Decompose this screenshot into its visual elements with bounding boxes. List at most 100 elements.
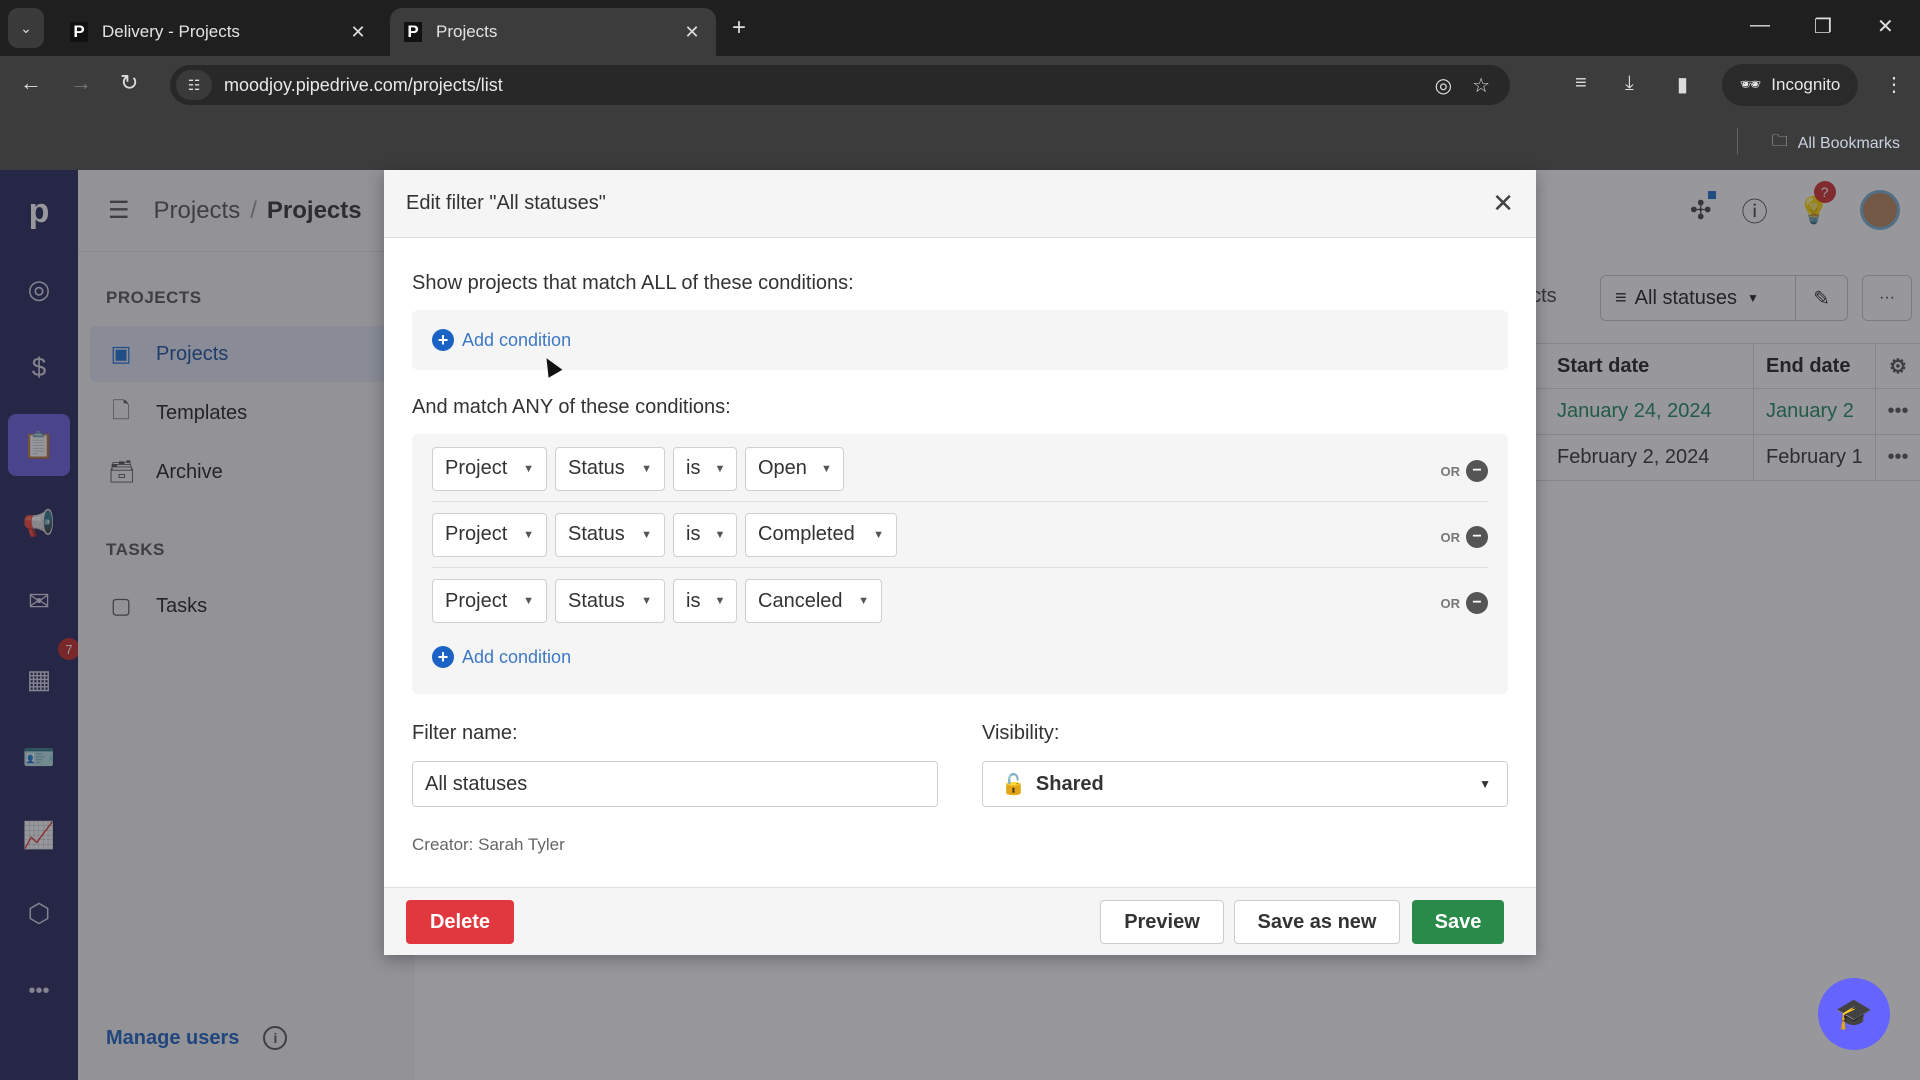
filter-name-label: Filter name: <box>412 722 518 744</box>
select-value: Project <box>445 589 508 612</box>
remove-condition-icon[interactable]: − <box>1466 592 1488 614</box>
download-icon[interactable]: ⤓ <box>1625 72 1634 95</box>
address-bar[interactable]: ☷ moodjoy.pipedrive.com/projects/list ◎ … <box>170 65 1510 105</box>
edit-filter-modal: Edit filter "All statuses" ✕ Show projec… <box>384 170 1536 955</box>
minimize-icon[interactable]: — <box>1750 14 1770 37</box>
operator-select[interactable]: is ▼ <box>673 446 737 491</box>
delete-button[interactable]: Delete <box>406 900 514 944</box>
close-icon[interactable]: ✕ <box>682 22 702 43</box>
select-value: Project <box>445 457 508 479</box>
divider <box>1737 128 1738 154</box>
restore-icon[interactable]: ❐ <box>1814 14 1832 39</box>
all-conditions-box: + Add condition <box>412 310 1508 370</box>
select-value: is <box>686 523 701 545</box>
field-select[interactable]: Status ▼ <box>555 446 665 491</box>
any-conditions-label: And match ANY of these conditions: <box>412 396 731 418</box>
entity-select[interactable]: Project ▼ <box>432 446 547 491</box>
caret-down-icon: ▼ <box>641 528 652 541</box>
or-remove: OR − <box>1440 526 1488 548</box>
incognito-badge[interactable]: 🕶 Incognito <box>1722 64 1858 106</box>
condition-row: Project ▼ Status ▼ is ▼ Completed ▼ OR − <box>432 502 1488 568</box>
pipedrive-favicon-icon: P <box>70 22 88 42</box>
creator-text: Creator: Sarah Tyler <box>412 835 565 854</box>
filter-name-value: All statuses <box>425 772 528 795</box>
window-close-icon[interactable]: ✕ <box>1877 14 1894 39</box>
select-value: Completed <box>758 523 855 545</box>
operator-select[interactable]: is ▼ <box>673 579 737 623</box>
select-value: Status <box>568 523 625 545</box>
visibility-label: Visibility: <box>982 722 1060 744</box>
any-conditions-box: Project ▼ Status ▼ is ▼ Open ▼ OR − Project ▼ … <box>412 434 1508 694</box>
modal-footer: Delete Preview Save as new Save <box>384 887 1536 955</box>
caret-down-icon: ▼ <box>523 595 534 607</box>
browser-toolbar: ← → ↻ ☷ moodjoy.pipedrive.com/projects/l… <box>0 56 1920 114</box>
incognito-label: Incognito <box>1771 75 1841 94</box>
value-select[interactable]: Canceled ▼ <box>745 579 882 623</box>
or-remove: OR − <box>1440 460 1488 482</box>
caret-down-icon: ▼ <box>858 595 869 607</box>
browser-tab-bar: ⌄ P Delivery - Projects ✕ P Projects ✕ +… <box>0 0 1920 56</box>
select-value: is <box>686 589 701 612</box>
entity-select[interactable]: Project ▼ <box>432 579 547 623</box>
select-value: Canceled <box>758 589 843 612</box>
side-panel-icon[interactable]: ▮ <box>1677 72 1688 97</box>
graduation-cap-icon: 🎓 <box>1835 997 1873 1031</box>
url-text[interactable]: moodjoy.pipedrive.com/projects/list <box>224 75 1435 96</box>
add-condition-all-button[interactable]: + Add condition <box>432 329 571 351</box>
entity-select[interactable]: Project ▼ <box>432 512 547 557</box>
star-icon[interactable]: ☆ <box>1472 73 1490 98</box>
condition-row: Project ▼ Status ▼ is ▼ Open ▼ OR − <box>432 436 1488 502</box>
preview-button[interactable]: Preview <box>1100 900 1224 944</box>
reload-icon[interactable]: ↻ <box>120 70 138 96</box>
value-select[interactable]: Open ▼ <box>745 446 844 491</box>
value-select[interactable]: Completed ▼ <box>745 512 897 557</box>
back-arrow-icon[interactable]: ← <box>20 70 42 96</box>
app: p ◎ $ 📋 📢 ✉ ▦ 7 🪪 📈 ⬡ ••• ☰ Projects / Pr… <box>0 170 1920 1080</box>
save-button[interactable]: Save <box>1412 900 1504 944</box>
close-icon[interactable]: ✕ <box>1492 190 1514 216</box>
caret-down-icon: ▼ <box>714 462 726 475</box>
remove-condition-icon[interactable]: − <box>1466 526 1488 548</box>
tab-title: Projects <box>436 22 498 41</box>
caret-down-icon: ▼ <box>1479 777 1491 791</box>
or-label: OR <box>1440 529 1461 545</box>
incognito-icon: 🕶 <box>1739 75 1762 94</box>
select-value: Status <box>568 457 625 479</box>
condition-row: Project ▼ Status ▼ is ▼ Canceled ▼ OR − <box>432 568 1488 634</box>
folder-icon: 🗀 <box>1771 133 1788 150</box>
remove-condition-icon[interactable]: − <box>1466 460 1488 482</box>
site-settings-icon[interactable]: ☷ <box>176 70 212 100</box>
operator-select[interactable]: is ▼ <box>673 512 737 557</box>
browser-tab[interactable]: P Delivery - Projects ✕ <box>56 8 382 56</box>
all-bookmarks-label: All Bookmarks <box>1797 134 1900 152</box>
academy-fab-button[interactable]: 🎓 <box>1818 978 1890 1050</box>
add-condition-any-button[interactable]: + Add condition <box>432 646 1508 668</box>
tab-search-button[interactable]: ⌄ <box>8 8 44 48</box>
new-tab-plus-icon[interactable]: + <box>732 14 746 42</box>
caret-down-icon: ▼ <box>523 462 534 475</box>
filter-name-input[interactable]: All statuses <box>412 761 938 807</box>
caret-down-icon: ▼ <box>714 595 726 607</box>
plus-circle-icon: + <box>432 329 454 351</box>
or-label: OR <box>1440 463 1461 479</box>
media-icon[interactable]: ≡ <box>1575 72 1587 95</box>
caret-down-icon: ▼ <box>873 528 884 541</box>
all-bookmarks-button[interactable]: 🗀 All Bookmarks <box>1772 130 1900 157</box>
field-select[interactable]: Status ▼ <box>555 579 665 623</box>
plus-circle-icon: + <box>432 646 454 668</box>
forward-arrow-icon[interactable]: → <box>70 70 92 96</box>
close-icon[interactable]: ✕ <box>348 22 368 43</box>
or-label: OR <box>1440 595 1461 611</box>
or-remove: OR − <box>1440 592 1488 614</box>
bookmarks-bar: 🗀 All Bookmarks <box>0 114 1920 170</box>
browser-tab-active[interactable]: P Projects ✕ <box>390 8 716 56</box>
kebab-menu-icon[interactable]: ⋮ <box>1884 72 1904 97</box>
all-conditions-label: Show projects that match ALL of these co… <box>412 272 854 294</box>
field-select[interactable]: Status ▼ <box>555 512 665 557</box>
caret-down-icon: ▼ <box>641 462 652 475</box>
eye-off-icon[interactable]: ◎ <box>1435 73 1452 98</box>
pipedrive-favicon-icon: P <box>404 22 422 42</box>
visibility-value: Shared <box>1035 772 1104 795</box>
save-as-new-button[interactable]: Save as new <box>1234 900 1400 944</box>
visibility-select[interactable]: 🔓 Shared ▼ <box>982 761 1508 807</box>
